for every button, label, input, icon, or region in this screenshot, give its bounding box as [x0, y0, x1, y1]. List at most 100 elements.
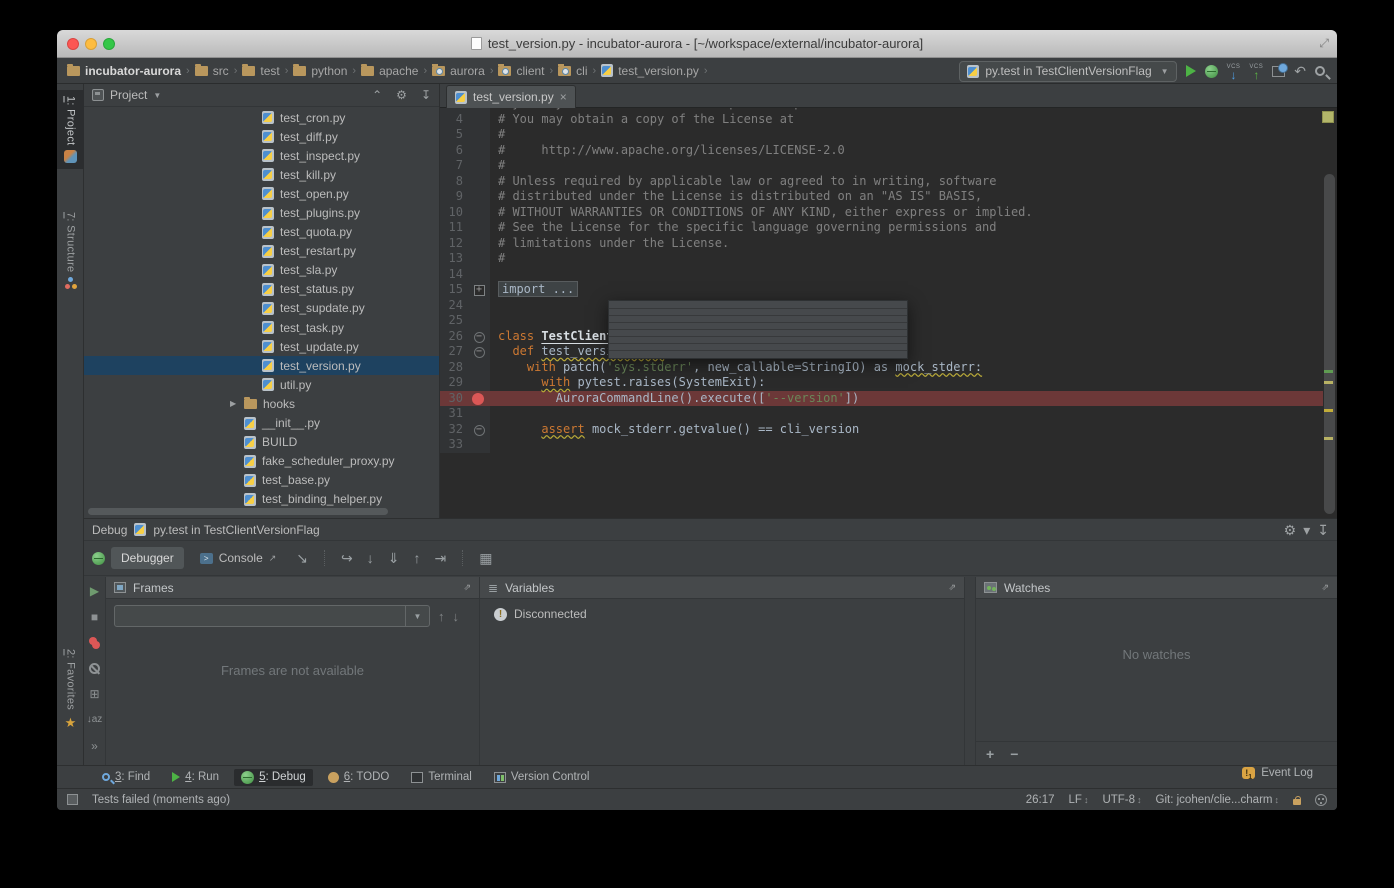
resume-program-icon[interactable]: ▶	[90, 585, 99, 597]
run-to-cursor-icon[interactable]: ⇥	[435, 550, 447, 567]
fold-marker[interactable]: −	[468, 329, 490, 345]
sidebar-item-favorites[interactable]: 2: Favorites ★	[57, 649, 84, 731]
line-ending-widget[interactable]: LF↕	[1069, 794, 1089, 806]
code-line[interactable]: 4 # You may obtain a copy of the License…	[440, 112, 1323, 128]
project-tree-item[interactable]: test_version.py	[84, 356, 439, 375]
line-number[interactable]: 31	[440, 406, 468, 422]
gear-icon[interactable]: ⚙	[1284, 523, 1297, 537]
stripe-mark-yellow[interactable]	[1324, 409, 1333, 412]
restore-layout-icon[interactable]: ⊞	[89, 688, 99, 700]
fold-marker[interactable]	[468, 174, 490, 190]
tab-debugger[interactable]: Debugger	[111, 547, 184, 569]
event-log-button[interactable]: !1 Event Log	[1242, 767, 1313, 779]
fold-marker[interactable]	[468, 127, 490, 143]
project-tree-item[interactable]: test_inspect.py	[84, 146, 439, 165]
project-tree-item[interactable]: util.py	[84, 375, 439, 394]
stripe-mark-green[interactable]	[1324, 370, 1333, 373]
run-configuration-select[interactable]: py.test in TestClientVersionFlag ▼	[959, 61, 1176, 82]
project-tree-item[interactable]: ▶ hooks	[84, 394, 439, 413]
breadcrumb-item[interactable]: incubator-aurora	[67, 64, 181, 78]
line-number[interactable]: 28	[440, 360, 468, 376]
fold-marker[interactable]	[468, 406, 490, 422]
sort-frames-icon[interactable]: ↓az	[87, 714, 103, 726]
fold-marker[interactable]	[468, 112, 490, 128]
fold-marker[interactable]	[468, 437, 490, 453]
fold-marker[interactable]	[468, 298, 490, 314]
project-tree-item[interactable]: test_supdate.py	[84, 299, 439, 318]
breadcrumb-item[interactable]: apache	[361, 64, 418, 78]
tab-console[interactable]: > Console ↗	[190, 547, 287, 569]
fold-marker[interactable]	[468, 143, 490, 159]
chevron-down-icon[interactable]: ▼	[153, 91, 161, 100]
project-tree-item[interactable]: test_cron.py	[84, 108, 439, 127]
project-tree-item[interactable]: test_restart.py	[84, 242, 439, 261]
fold-marker[interactable]	[468, 313, 490, 329]
mute-breakpoints-icon[interactable]	[89, 663, 100, 674]
breadcrumb-item[interactable]: python	[293, 64, 347, 78]
line-number[interactable]: 29	[440, 375, 468, 391]
close-icon[interactable]: ×	[560, 90, 567, 104]
code-line[interactable]: 5 #	[440, 127, 1323, 143]
code-line[interactable]: 29 with pytest.raises(SystemExit):	[440, 375, 1323, 391]
stop-icon[interactable]: ■	[91, 611, 98, 623]
view-breakpoints-icon[interactable]	[89, 637, 101, 649]
line-number[interactable]: 15	[440, 282, 468, 298]
fold-marker[interactable]	[468, 375, 490, 391]
code-line[interactable]: 15 + import ...	[440, 282, 1323, 298]
line-number[interactable]: 4	[440, 112, 468, 128]
float-panel-icon[interactable]: ⇗	[463, 582, 471, 593]
add-watch-button[interactable]: +	[986, 746, 994, 762]
breadcrumb-item[interactable]: aurora	[432, 64, 485, 78]
project-tree-item[interactable]: test_update.py	[84, 337, 439, 356]
hector-icon[interactable]	[1315, 794, 1327, 806]
line-number[interactable]: 24	[440, 298, 468, 314]
fold-marker[interactable]	[468, 251, 490, 267]
project-tree-item[interactable]: test_open.py	[84, 184, 439, 203]
tool-window-button[interactable]: 5: Debug	[234, 769, 313, 786]
fold-marker[interactable]	[468, 391, 490, 407]
project-tree-item[interactable]: test_quota.py	[84, 223, 439, 242]
tab-test-version[interactable]: test_version.py ×	[446, 85, 576, 108]
step-into-icon[interactable]: ↓	[367, 550, 374, 566]
undo-icon[interactable]: ↶	[1294, 64, 1306, 78]
show-execution-point-icon[interactable]: ↘	[296, 550, 308, 567]
tool-window-button[interactable]: Terminal	[404, 769, 478, 785]
line-number[interactable]: 8	[440, 174, 468, 190]
step-out-icon[interactable]: ↑	[414, 550, 421, 566]
line-number[interactable]: 7	[440, 158, 468, 174]
step-over-icon[interactable]: ↪	[341, 550, 353, 567]
line-number[interactable]: 33	[440, 437, 468, 453]
tool-window-button[interactable]: 6: TODO	[321, 769, 397, 785]
project-tree-item[interactable]: fake_scheduler_proxy.py	[84, 452, 439, 471]
code-line[interactable]: 32 − assert mock_stderr.getvalue() == cl…	[440, 422, 1323, 438]
line-number[interactable]: 5	[440, 127, 468, 143]
fold-marker[interactable]	[468, 267, 490, 283]
project-tree-item[interactable]: BUILD	[84, 433, 439, 452]
fold-marker[interactable]	[468, 189, 490, 205]
line-number[interactable]: 6	[440, 143, 468, 159]
more-options-icon[interactable]: »	[91, 740, 98, 752]
code-line[interactable]: 8 # Unless required by applicable law or…	[440, 174, 1323, 190]
project-tree-item[interactable]: test_task.py	[84, 318, 439, 337]
fold-marker[interactable]: +	[468, 282, 490, 298]
local-changes-icon[interactable]	[1272, 66, 1285, 77]
line-number[interactable]: 9	[440, 189, 468, 205]
breadcrumb-item[interactable]: test_version.py	[601, 64, 699, 78]
force-step-into-icon[interactable]: ⇓	[388, 550, 400, 567]
project-tree-item[interactable]: test_status.py	[84, 280, 439, 299]
gear-icon[interactable]: ⚙	[396, 88, 407, 102]
horizontal-scrollbar[interactable]	[88, 508, 388, 515]
hide-panel-icon[interactable]: ↧	[421, 88, 431, 102]
lock-icon[interactable]	[1293, 799, 1301, 805]
line-number[interactable]: 26	[440, 329, 468, 345]
fullscreen-icon[interactable]: ⤢	[1319, 36, 1329, 51]
sidebar-item-structure[interactable]: 7: Structure	[57, 212, 84, 289]
line-number[interactable]: 10	[440, 205, 468, 221]
code-area[interactable]: 3 # you may not use this file except in …	[440, 96, 1323, 453]
code-line[interactable]: 13 #	[440, 251, 1323, 267]
code-line[interactable]: 9 # distributed under the License is dis…	[440, 189, 1323, 205]
project-tree-item[interactable]: test_sla.py	[84, 261, 439, 280]
tool-window-quick-access-icon[interactable]	[67, 794, 78, 805]
code-line[interactable]: 28 with patch('sys.stderr', new_callable…	[440, 360, 1323, 376]
collapse-all-icon[interactable]: ⌃	[372, 88, 382, 102]
